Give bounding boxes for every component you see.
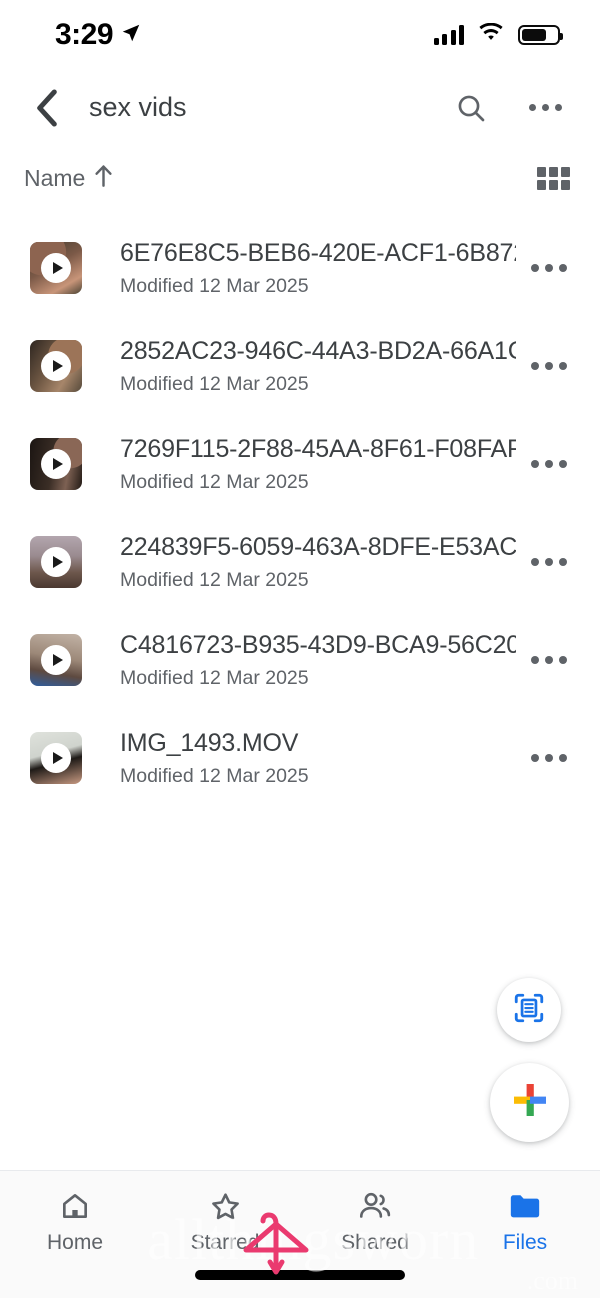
table-row[interactable]: 6E76E8C5-BEB6-420E-ACF1-6B872347... Modi…: [0, 219, 600, 317]
people-icon: [358, 1189, 392, 1223]
nav-label: Starred: [190, 1231, 260, 1254]
file-info: 224839F5-6059-463A-8DFE-E53ACCA... Modif…: [120, 533, 516, 592]
play-icon: [41, 645, 71, 675]
nav-item-starred[interactable]: Starred: [150, 1189, 300, 1255]
video-thumbnail: [30, 438, 82, 490]
file-info: 7269F115-2F88-45AA-8F61-F08FAF56... Modi…: [120, 435, 516, 494]
play-icon: [41, 547, 71, 577]
row-overflow-button[interactable]: [522, 241, 576, 295]
more-horizontal-icon: [531, 264, 567, 272]
video-thumbnail: [30, 242, 82, 294]
scan-document-button[interactable]: [497, 978, 561, 1042]
file-modified: Modified 12 Mar 2025: [120, 568, 309, 591]
nav-label: Home: [46, 1231, 104, 1254]
more-horizontal-icon[interactable]: [520, 83, 570, 133]
table-row[interactable]: 7269F115-2F88-45AA-8F61-F08FAF56... Modi…: [0, 415, 600, 513]
file-modified: Modified 12 Mar 2025: [120, 372, 309, 395]
google-plus-add-icon: [510, 1080, 550, 1125]
play-icon: [41, 253, 71, 283]
page-title: sex vids: [89, 92, 187, 122]
video-thumbnail: [30, 732, 82, 784]
grid-view-icon[interactable]: [537, 166, 570, 190]
home-indicator-bar: [195, 1270, 405, 1280]
back-button[interactable]: [24, 85, 70, 131]
more-horizontal-icon: [531, 460, 567, 468]
video-thumbnail: [30, 536, 82, 588]
play-icon: [41, 743, 71, 773]
row-overflow-button[interactable]: [522, 633, 576, 687]
more-horizontal-icon: [531, 362, 567, 370]
phone-screen: 3:29 sex vids Name 6E76E8C5-BEB6-420E-AC…: [0, 0, 600, 1298]
nav-item-home[interactable]: Home: [0, 1189, 150, 1255]
search-icon[interactable]: [446, 83, 496, 133]
nav-item-files[interactable]: Files: [450, 1189, 600, 1255]
wifi-icon: [478, 22, 504, 48]
status-bar-left: 3:29: [55, 18, 142, 52]
row-overflow-button[interactable]: [522, 535, 576, 589]
document-scan-icon: [512, 991, 546, 1030]
file-name: C4816723-B935-43D9-BCA9-56C208B...: [120, 630, 516, 659]
more-horizontal-icon: [531, 558, 567, 566]
app-bar: sex vids: [0, 70, 600, 145]
file-name: 224839F5-6059-463A-8DFE-E53ACCA...: [120, 532, 516, 561]
status-time: 3:29: [55, 18, 114, 51]
sort-bar: Name: [0, 152, 600, 204]
file-name: 2852AC23-946C-44A3-BD2A-66A1C40...: [120, 336, 516, 365]
file-modified: Modified 12 Mar 2025: [120, 666, 309, 689]
nav-label: Files: [502, 1231, 548, 1254]
file-modified: Modified 12 Mar 2025: [120, 274, 309, 297]
sort-control[interactable]: Name: [24, 164, 113, 192]
status-bar-right: [433, 22, 563, 48]
file-info: IMG_1493.MOV Modified 12 Mar 2025: [120, 729, 516, 788]
nav-item-shared[interactable]: Shared: [300, 1189, 450, 1255]
cellular-signal-icon: [433, 25, 464, 45]
row-overflow-button[interactable]: [522, 437, 576, 491]
table-row[interactable]: C4816723-B935-43D9-BCA9-56C208B... Modif…: [0, 611, 600, 709]
file-name: 7269F115-2F88-45AA-8F61-F08FAF56...: [120, 434, 516, 463]
arrow-up-icon: [94, 164, 113, 192]
overflow-dots: [528, 104, 562, 111]
video-thumbnail: [30, 634, 82, 686]
more-horizontal-icon: [531, 754, 567, 762]
status-bar: 3:29: [0, 0, 600, 70]
home-icon: [59, 1189, 91, 1223]
file-info: 2852AC23-946C-44A3-BD2A-66A1C40... Modif…: [120, 337, 516, 396]
file-modified: Modified 12 Mar 2025: [120, 470, 309, 493]
table-row[interactable]: 2852AC23-946C-44A3-BD2A-66A1C40... Modif…: [0, 317, 600, 415]
file-info: 6E76E8C5-BEB6-420E-ACF1-6B872347... Modi…: [120, 239, 516, 298]
star-icon: [209, 1189, 242, 1223]
sort-label: Name: [24, 164, 86, 191]
file-name: 6E76E8C5-BEB6-420E-ACF1-6B872347...: [120, 238, 516, 267]
folder-icon: [508, 1189, 542, 1223]
add-new-button[interactable]: [490, 1063, 569, 1142]
nav-label: Shared: [341, 1231, 409, 1254]
file-list: 6E76E8C5-BEB6-420E-ACF1-6B872347... Modi…: [0, 219, 600, 807]
row-overflow-button[interactable]: [522, 339, 576, 393]
file-name: IMG_1493.MOV: [120, 728, 299, 757]
location-arrow-icon: [120, 22, 142, 49]
video-thumbnail: [30, 340, 82, 392]
play-icon: [41, 449, 71, 479]
play-icon: [41, 351, 71, 381]
row-overflow-button[interactable]: [522, 731, 576, 785]
table-row[interactable]: 224839F5-6059-463A-8DFE-E53ACCA... Modif…: [0, 513, 600, 611]
battery-icon: [518, 25, 563, 45]
more-horizontal-icon: [531, 656, 567, 664]
file-info: C4816723-B935-43D9-BCA9-56C208B... Modif…: [120, 631, 516, 690]
file-modified: Modified 12 Mar 2025: [120, 764, 309, 787]
table-row[interactable]: IMG_1493.MOV Modified 12 Mar 2025: [0, 709, 600, 807]
